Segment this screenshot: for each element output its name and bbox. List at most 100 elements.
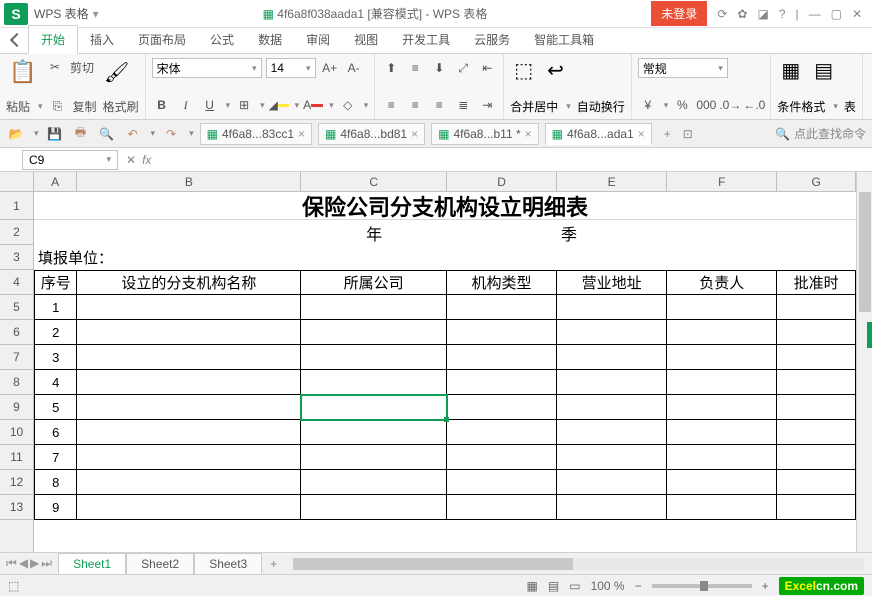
cell[interactable] <box>301 470 446 495</box>
comma-button[interactable]: 000 <box>696 95 716 115</box>
bold-button[interactable]: B <box>152 95 172 115</box>
row-header[interactable]: 9 <box>0 395 33 420</box>
cell[interactable] <box>301 370 446 395</box>
row-header[interactable]: 11 <box>0 445 33 470</box>
align-bottom-button[interactable]: ⬇ <box>429 58 449 78</box>
close-tab-icon[interactable]: × <box>411 127 418 141</box>
cell-seq[interactable]: 4 <box>34 370 77 395</box>
sheet-tab-1[interactable]: Sheet2 <box>126 553 194 574</box>
cell[interactable] <box>301 320 446 345</box>
scrollbar-thumb[interactable] <box>293 558 573 570</box>
cell[interactable] <box>777 395 856 420</box>
align-top-button[interactable]: ⬆ <box>381 58 401 78</box>
cell[interactable] <box>77 495 301 520</box>
cell[interactable] <box>777 495 856 520</box>
font-color-button[interactable]: A <box>303 95 323 115</box>
cell[interactable] <box>447 320 557 345</box>
cell[interactable] <box>777 370 856 395</box>
menu-collapse-icon[interactable] <box>10 33 24 47</box>
currency-button[interactable]: ¥ <box>638 95 658 115</box>
cell[interactable] <box>447 495 557 520</box>
menu-data[interactable]: 数据 <box>246 26 294 53</box>
cell[interactable] <box>557 370 667 395</box>
cell[interactable] <box>777 220 856 245</box>
cell[interactable] <box>557 245 667 270</box>
percent-button[interactable]: % <box>672 95 692 115</box>
header-branch-name[interactable]: 设立的分支机构名称 <box>77 270 301 295</box>
close-tab-icon[interactable]: × <box>298 127 305 141</box>
help-icon[interactable]: ? <box>779 7 786 21</box>
maximize-button[interactable]: ▢ <box>831 7 842 21</box>
select-all-corner[interactable] <box>0 172 33 192</box>
cell[interactable] <box>301 245 447 270</box>
view-pagebreak-icon[interactable]: ▭ <box>569 579 580 593</box>
cell[interactable] <box>77 445 301 470</box>
cell[interactable] <box>667 395 777 420</box>
cell[interactable] <box>667 370 777 395</box>
menu-start[interactable]: 开始 <box>28 25 78 54</box>
menu-formula[interactable]: 公式 <box>198 26 246 53</box>
col-header[interactable]: D <box>447 172 557 191</box>
sync-icon[interactable]: ⟳ <box>717 7 727 21</box>
align-center-button[interactable]: ≡ <box>405 95 425 115</box>
cell[interactable] <box>667 245 777 270</box>
decrease-decimal-button[interactable]: ←.0 <box>744 95 764 115</box>
row-header[interactable]: 5 <box>0 295 33 320</box>
sheet-last-icon[interactable]: ⏭ <box>41 556 52 571</box>
cell[interactable] <box>667 295 777 320</box>
add-sheet-button[interactable]: + <box>262 557 285 571</box>
sheet-tab-2[interactable]: Sheet3 <box>194 553 262 574</box>
cond-format-button[interactable]: ▦ <box>777 58 804 83</box>
align-left-button[interactable]: ≡ <box>381 95 401 115</box>
doc-tab-0[interactable]: ▦4f6a8...83cc1× <box>200 123 312 145</box>
cell-seq[interactable]: 7 <box>34 445 77 470</box>
cell[interactable] <box>447 420 557 445</box>
sidebar-handle[interactable] <box>867 322 872 348</box>
cancel-edit-icon[interactable]: ✕ <box>126 153 136 167</box>
vertical-scrollbar[interactable] <box>856 172 872 552</box>
header-approval[interactable]: 批准时 <box>777 270 856 295</box>
cell[interactable] <box>777 470 856 495</box>
number-format-combo[interactable]: 常规▾ <box>638 58 728 78</box>
merge-center-button[interactable]: ⬚ <box>510 58 537 83</box>
col-header[interactable]: E <box>557 172 667 191</box>
close-tab-icon[interactable]: × <box>525 127 532 141</box>
cell[interactable] <box>77 320 301 345</box>
cell[interactable] <box>777 245 856 270</box>
shrink-font-button[interactable]: A- <box>344 58 364 78</box>
cell[interactable] <box>77 220 301 245</box>
cell-seq[interactable]: 6 <box>34 420 77 445</box>
selected-cell[interactable] <box>301 395 446 420</box>
cut-button[interactable]: 剪切 <box>70 59 94 76</box>
row-header[interactable]: 2 <box>0 220 33 245</box>
menu-review[interactable]: 审阅 <box>294 26 342 53</box>
cell[interactable] <box>667 320 777 345</box>
font-name-combo[interactable]: 宋体▾ <box>152 58 262 78</box>
underline-button[interactable]: U <box>200 95 220 115</box>
auto-wrap-button[interactable]: ↩ <box>543 58 568 83</box>
zoom-out-button[interactable]: − <box>635 579 642 593</box>
cell[interactable] <box>777 295 856 320</box>
cell[interactable] <box>557 445 667 470</box>
cell[interactable] <box>557 470 667 495</box>
menu-smart-toolbox[interactable]: 智能工具箱 <box>522 26 606 53</box>
redo-icon[interactable]: ↷ <box>161 124 181 144</box>
cell[interactable] <box>667 220 777 245</box>
formula-input[interactable] <box>159 150 872 170</box>
cell[interactable] <box>557 345 667 370</box>
cell[interactable] <box>557 395 667 420</box>
cell[interactable] <box>557 495 667 520</box>
cell[interactable] <box>667 420 777 445</box>
menu-devtools[interactable]: 开发工具 <box>390 26 462 53</box>
sheet-first-icon[interactable]: ⏮ <box>6 556 17 571</box>
cell[interactable] <box>667 445 777 470</box>
cell-seq[interactable]: 5 <box>34 395 77 420</box>
cell[interactable] <box>777 320 856 345</box>
cell[interactable] <box>447 220 557 245</box>
cell[interactable] <box>77 370 301 395</box>
print-icon[interactable]: 🖶 <box>71 124 91 144</box>
cell-seq[interactable]: 8 <box>34 470 77 495</box>
cell[interactable] <box>777 420 856 445</box>
minimize-button[interactable]: — <box>809 7 821 21</box>
cell[interactable] <box>777 445 856 470</box>
